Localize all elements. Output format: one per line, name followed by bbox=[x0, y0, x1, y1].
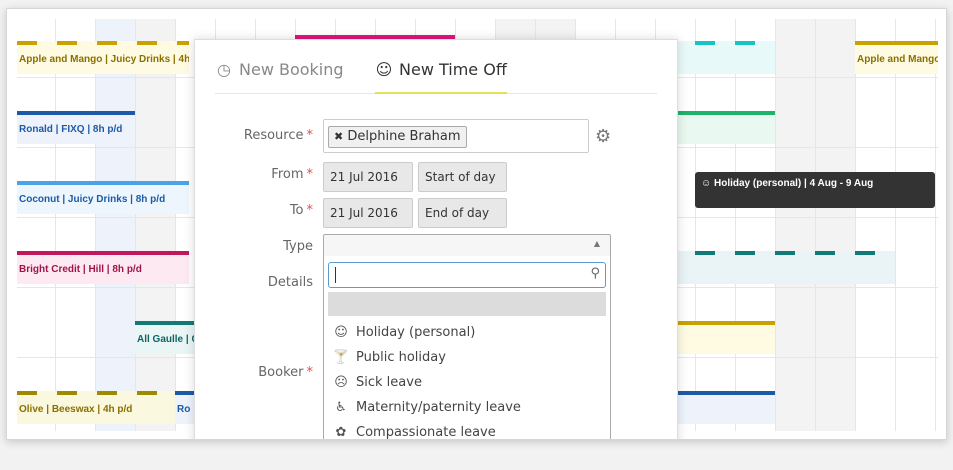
type-dropdown: ⚲ ☺ Holiday (personal) 🍸 Public holiday ☹ S… bbox=[323, 256, 611, 440]
booking-block[interactable]: Apple and Mango | Juicy Drinks | 4h p/d bbox=[17, 41, 189, 74]
calendar-column-shade bbox=[95, 19, 135, 431]
booking-color-bar bbox=[17, 391, 175, 395]
booking-block[interactable]: Apple and Mango bbox=[855, 41, 938, 74]
resource-label: Resource * bbox=[243, 128, 313, 143]
type-search-input[interactable]: ⚲ bbox=[328, 262, 606, 288]
booking-block[interactable]: Ro bbox=[175, 391, 195, 424]
highlighted-empty-option[interactable] bbox=[328, 292, 606, 316]
booking-label: Coconut | Juicy Drinks | 8h p/d bbox=[19, 194, 166, 205]
from-date-field[interactable]: 21 Jul 2016 bbox=[323, 162, 413, 192]
tab-new-time-off[interactable]: ☺ New Time Off bbox=[375, 58, 507, 94]
type-label: Type bbox=[283, 239, 313, 254]
caret-up-icon: ▲ bbox=[593, 239, 600, 248]
to-date-field[interactable]: 21 Jul 2016 bbox=[323, 198, 413, 228]
smile-icon: ☺ bbox=[334, 325, 348, 340]
from-label: From * bbox=[271, 167, 313, 182]
sad-face-icon: ☹ bbox=[334, 375, 348, 390]
grid-column-line bbox=[775, 19, 776, 431]
option-public-holiday[interactable]: 🍸 Public holiday bbox=[332, 345, 446, 370]
grid-column-line bbox=[695, 19, 696, 431]
booking-label: Ro bbox=[177, 404, 191, 415]
holiday-booking-tooltip[interactable]: ☺ Holiday (personal) | 4 Aug - 9 Aug bbox=[695, 172, 935, 208]
grid-column-line bbox=[95, 19, 96, 431]
booking-label: Bright Credit | Hill | 8h p/d bbox=[19, 264, 142, 275]
booking-label: All Gaulle | C bbox=[137, 334, 195, 345]
flower-icon: ✿ bbox=[335, 425, 347, 440]
booking-block[interactable]: Bright Credit | Hill | 8h p/d bbox=[17, 251, 189, 284]
to-time-select[interactable]: End of day bbox=[418, 198, 507, 228]
calendar-column-shade bbox=[135, 19, 175, 431]
grid-column-line bbox=[135, 19, 136, 431]
option-holiday-personal[interactable]: ☺ Holiday (personal) bbox=[332, 320, 475, 345]
details-label: Details bbox=[267, 275, 313, 290]
search-icon: ⚲ bbox=[590, 266, 600, 281]
option-maternity-leave[interactable]: ♿ Maternity/paternity leave bbox=[332, 395, 521, 420]
option-compassionate-leave[interactable]: ✿ Compassionate leave bbox=[332, 420, 496, 440]
booker-label: Booker * bbox=[258, 365, 313, 380]
from-time-select[interactable]: Start of day bbox=[418, 162, 507, 192]
booking-color-bar bbox=[17, 41, 189, 45]
modal-tabs: ◷ New Booking ☺ New Time Off bbox=[215, 58, 657, 94]
booking-label: Ronald | FIXQ | 8h p/d bbox=[19, 124, 123, 135]
booking-color-bar bbox=[175, 391, 195, 395]
gear-icon[interactable]: ⚙ bbox=[595, 126, 611, 147]
grid-column-line bbox=[895, 19, 896, 431]
booking-color-bar bbox=[855, 41, 938, 45]
smile-icon: ☺ bbox=[701, 178, 712, 189]
booking-label: Apple and Mango | Juicy Drinks | 4h p/d bbox=[19, 54, 189, 65]
booking-block[interactable]: Olive | Beeswax | 4h p/d bbox=[17, 391, 175, 424]
booking-block[interactable]: Ronald | FIXQ | 8h p/d bbox=[17, 111, 135, 144]
clock-icon: ◷ bbox=[217, 60, 231, 79]
grid-column-line bbox=[55, 19, 56, 431]
booking-color-bar bbox=[135, 321, 195, 325]
booking-label: Olive | Beeswax | 4h p/d bbox=[19, 404, 133, 415]
remove-token-icon[interactable]: ✖ bbox=[334, 130, 343, 143]
resource-select[interactable]: ✖ Delphine Braham bbox=[323, 119, 589, 153]
grid-column-line bbox=[855, 19, 856, 431]
booking-label: Apple and Mango bbox=[857, 54, 938, 65]
type-select[interactable]: ▲ bbox=[323, 234, 611, 258]
to-label: To * bbox=[289, 203, 313, 218]
holiday-booking-label: Holiday (personal) | 4 Aug - 9 Aug bbox=[714, 178, 874, 189]
booking-block[interactable]: Coconut | Juicy Drinks | 8h p/d bbox=[17, 181, 189, 214]
option-sick-leave[interactable]: ☹ Sick leave bbox=[332, 370, 422, 395]
booking-color-bar bbox=[17, 251, 189, 255]
new-time-off-modal: ◷ New Booking ☺ New Time Off Resource * ✖ D… bbox=[194, 39, 678, 440]
text-cursor bbox=[335, 267, 336, 283]
cheers-icon: 🍸 bbox=[332, 350, 350, 365]
booking-block[interactable]: All Gaulle | C bbox=[135, 321, 195, 354]
smile-icon: ☺ bbox=[375, 60, 393, 79]
grid-column-line bbox=[935, 19, 936, 431]
booking-color-bar bbox=[17, 111, 135, 115]
booking-color-bar bbox=[17, 181, 189, 185]
tab-new-booking[interactable]: ◷ New Booking bbox=[215, 58, 344, 94]
stroller-icon: ♿ bbox=[335, 400, 347, 415]
grid-column-line bbox=[175, 19, 176, 431]
resource-token[interactable]: ✖ Delphine Braham bbox=[328, 126, 467, 148]
scheduler-frame: Apple and Mango | Juicy Drinks | 4h p/d R… bbox=[6, 8, 947, 440]
grid-column-line bbox=[735, 19, 736, 431]
grid-column-line bbox=[815, 19, 816, 431]
